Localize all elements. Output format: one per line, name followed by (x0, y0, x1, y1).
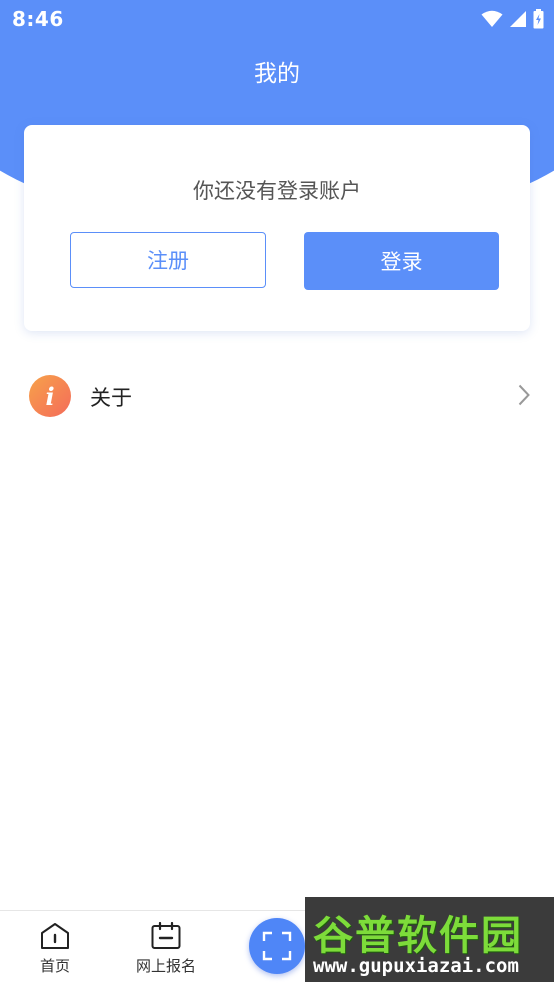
watermark-url: www.gupuxiazai.com (313, 955, 519, 977)
register-button[interactable]: 注册 (70, 232, 266, 288)
home-icon (41, 923, 69, 949)
tab-home[interactable]: 首页 (0, 911, 110, 985)
status-time: 8:46 (12, 7, 64, 31)
profile-page: 8:46 我的 你还没有登录账户 注册 登录 i 关于 首页 网上报名 谷普软件… (0, 0, 554, 985)
battery-charging-icon (533, 9, 544, 29)
menu-item-label: 关于 (90, 386, 132, 410)
login-prompt: 你还没有登录账户 (193, 179, 361, 203)
scan-button[interactable] (249, 918, 305, 974)
scan-icon (262, 931, 292, 961)
watermark-logo: 谷普软件园 www.gupuxiazai.com (305, 897, 554, 982)
status-icons (481, 8, 544, 30)
tab-label: 网上报名 (135, 957, 196, 975)
watermark-title: 谷普软件园 (313, 913, 523, 959)
status-bar: 8:46 (0, 0, 554, 38)
tab-online-registration[interactable]: 网上报名 (111, 911, 221, 985)
menu-item-about[interactable]: i 关于 (0, 366, 554, 428)
info-icon: i (29, 375, 71, 417)
calendar-icon (151, 922, 181, 949)
login-button[interactable]: 登录 (304, 232, 499, 290)
login-card: 你还没有登录账户 注册 登录 (24, 125, 530, 331)
page-title: 我的 (254, 61, 300, 87)
cellular-signal-icon (510, 11, 526, 27)
chevron-right-icon (518, 384, 530, 406)
tab-label: 首页 (39, 957, 70, 975)
wifi-icon (481, 10, 503, 27)
